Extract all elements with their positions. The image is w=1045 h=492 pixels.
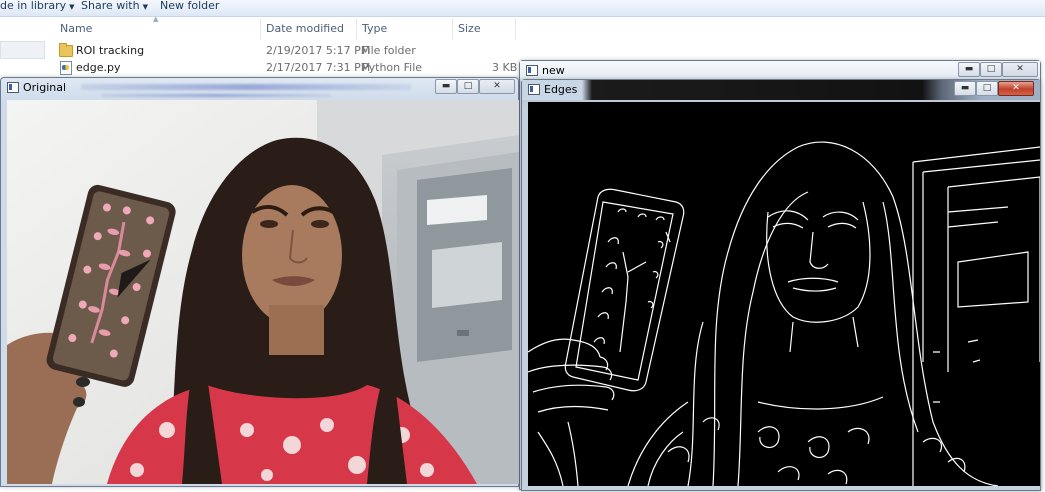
close-icon: ✕ — [1016, 64, 1024, 74]
edges-window[interactable]: Edges ▬ □ ✕ — [521, 79, 1041, 491]
edges-image — [528, 102, 1040, 486]
window-icon — [7, 82, 19, 93]
column-divider[interactable] — [260, 18, 261, 40]
original-window-titlebar[interactable]: Original ▬ □ ✕ — [1, 78, 518, 98]
edge-detection-output — [528, 141, 1040, 486]
maximize-icon: □ — [982, 83, 992, 93]
edges-window-titlebar[interactable]: Edges ▬ □ ✕ — [522, 80, 1040, 100]
file-name: edge.py — [76, 61, 121, 74]
file-type: File folder — [362, 44, 416, 57]
file-date: 2/17/2017 7:31 PM — [266, 61, 371, 74]
minimize-button[interactable]: ▬ — [954, 81, 976, 96]
minimize-button[interactable]: ▬ — [958, 62, 980, 77]
maximize-icon: □ — [986, 64, 996, 74]
share-with-label: Share with — [81, 0, 140, 12]
python-file-icon — [60, 61, 72, 75]
maximize-button[interactable]: □ — [980, 62, 1002, 77]
include-in-library-label: de in library — [0, 0, 67, 12]
column-header-size[interactable]: Size — [458, 22, 481, 35]
close-icon: ✕ — [1012, 83, 1020, 93]
blurred-titlebar-content — [101, 94, 331, 97]
minimize-icon: ▬ — [960, 83, 970, 93]
file-date: 2/19/2017 5:17 PM — [266, 44, 371, 57]
navigation-pane-item[interactable] — [0, 41, 45, 59]
chevron-down-icon: ▼ — [142, 3, 148, 11]
new-folder-button[interactable]: New folder — [160, 0, 219, 12]
minimize-icon: ▬ — [964, 64, 974, 74]
column-header-type[interactable]: Type — [362, 22, 387, 35]
window-icon — [526, 65, 538, 76]
minimize-button[interactable]: ▬ — [435, 79, 457, 94]
maximize-icon: □ — [463, 81, 473, 91]
new-window-titlebar[interactable]: new ▬ □ ✕ — [520, 61, 1040, 81]
maximize-button[interactable]: □ — [457, 79, 479, 94]
include-in-library-menu[interactable]: de in library ▼ — [0, 0, 75, 12]
file-row[interactable]: ROI tracking 2/19/2017 5:17 PM File fold… — [56, 43, 516, 59]
column-divider[interactable] — [356, 18, 357, 40]
file-size: 3 KB — [492, 61, 518, 74]
close-button[interactable]: ✕ — [479, 79, 515, 94]
close-button[interactable]: ✕ — [998, 81, 1034, 96]
column-divider[interactable] — [452, 18, 453, 40]
column-divider[interactable] — [515, 18, 516, 40]
file-type: Python File — [362, 61, 423, 74]
chevron-down-icon: ▼ — [69, 3, 75, 11]
window-icon — [528, 84, 540, 95]
close-icon: ✕ — [493, 81, 501, 91]
window-title: Edges — [544, 83, 578, 96]
webcam-photo — [7, 100, 519, 484]
original-window[interactable]: Original ▬ □ ✕ — [0, 77, 519, 487]
column-headers: ▲ Name Date modified Type Size — [0, 15, 520, 40]
column-header-date[interactable]: Date modified — [266, 22, 344, 35]
column-header-name[interactable]: Name — [60, 22, 92, 35]
webcam-photo-image — [7, 100, 519, 484]
file-name: ROI tracking — [76, 44, 145, 57]
sort-ascending-icon: ▲ — [153, 15, 159, 23]
minimize-icon: ▬ — [441, 81, 451, 91]
window-title: Original — [23, 81, 67, 94]
blurred-titlebar-content — [81, 84, 411, 90]
close-button[interactable]: ✕ — [1002, 62, 1038, 77]
file-row[interactable]: edge.py 2/17/2017 7:31 PM Python File 3 … — [56, 60, 518, 76]
folder-icon — [59, 43, 73, 57]
maximize-button[interactable]: □ — [976, 81, 998, 96]
window-title: new — [542, 64, 565, 77]
share-with-menu[interactable]: Share with ▼ — [81, 0, 148, 12]
